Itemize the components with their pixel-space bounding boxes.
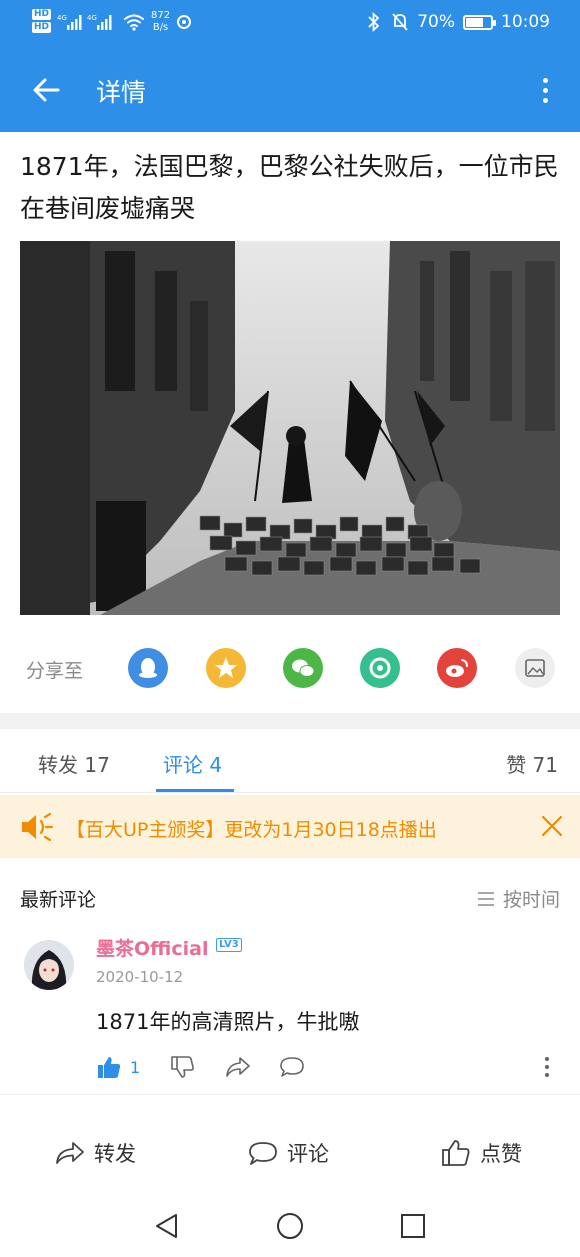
status-right: 70% 10:09 — [365, 12, 550, 32]
share-qq-button[interactable] — [128, 648, 168, 688]
comment-date: 2020-10-12 — [96, 968, 184, 986]
chat-bubble-icon — [249, 1142, 277, 1165]
tab-likes[interactable]: 赞 71 — [506, 749, 558, 778]
comment-dislike-button[interactable] — [170, 1054, 196, 1082]
comment-like-count: 1 — [130, 1058, 141, 1077]
share-save-image-button[interactable] — [515, 648, 555, 688]
share-wechat-button[interactable] — [283, 648, 323, 688]
comment-username[interactable]: 墨茶Official — [96, 934, 208, 961]
status-left: HD HD 4G 4G 872 B/s — [32, 9, 192, 35]
close-icon — [541, 815, 563, 837]
like-button[interactable]: 点赞 — [440, 1138, 522, 1168]
bottom-action-bar: 转发 评论 点赞 — [0, 1120, 580, 1192]
triangle-back-icon — [156, 1214, 177, 1238]
avatar-image — [24, 940, 74, 990]
circle-home-icon — [277, 1213, 303, 1239]
hd-bottom-label: HD — [32, 22, 52, 33]
comment-like-button[interactable] — [96, 1054, 122, 1082]
wifi-icon — [124, 14, 145, 31]
photo-image — [20, 241, 560, 615]
save-image-icon — [525, 659, 545, 677]
comment-label: 评论 — [287, 1142, 329, 1166]
bluetooth-icon — [368, 12, 380, 32]
share-label: 分享至 — [26, 660, 84, 682]
weibo-icon — [446, 659, 468, 677]
qq-icon — [139, 658, 157, 678]
comment-button[interactable]: 评论 — [247, 1138, 329, 1168]
share-arrow-icon — [226, 1057, 250, 1077]
svg-text:4G: 4G — [87, 14, 97, 22]
thumbs-up-icon — [98, 1057, 121, 1078]
detail-tabs: 转发 17 评论 4 赞 71 — [0, 729, 580, 793]
post-title: 1871年，法国巴黎，巴黎公社失败后，一位市民在巷间废墟痛哭 — [20, 152, 559, 223]
notice-text: 【百大UP主颁奖】更改为1月30日18点播出 — [66, 819, 437, 841]
sort-label: 按时间 — [502, 889, 560, 911]
signal-icon: 4G 4G — [57, 14, 112, 30]
moments-icon — [369, 657, 391, 679]
chat-bubble-icon — [280, 1057, 304, 1077]
battery-percent: 70% — [417, 12, 455, 32]
comment-more-button[interactable] — [540, 1054, 554, 1082]
post-photo[interactable] — [20, 241, 560, 615]
more-menu-button[interactable] — [534, 70, 556, 110]
comment-share-button[interactable] — [224, 1054, 252, 1082]
hd-indicator: HD HD — [32, 9, 52, 35]
share-row: 分享至 — [0, 640, 580, 696]
comment-text: 1871年的高清照片，牛批嗷 — [96, 1010, 360, 1034]
notice-close-button[interactable] — [540, 814, 564, 838]
wechat-icon — [292, 659, 315, 677]
comment-reply-button[interactable] — [278, 1054, 306, 1082]
list-icon — [477, 891, 494, 906]
share-qzone-button[interactable] — [206, 648, 246, 688]
like-label: 点赞 — [480, 1142, 522, 1166]
thumbs-up-icon — [442, 1140, 470, 1166]
nav-recents-button[interactable] — [398, 1211, 428, 1241]
nav-back-button[interactable] — [152, 1211, 182, 1241]
speaker-icon — [22, 813, 54, 841]
square-recents-icon — [401, 1214, 425, 1238]
page-title: 详情 — [96, 78, 147, 107]
nav-home-button[interactable] — [275, 1211, 305, 1241]
tab-repost[interactable]: 转发 17 — [38, 749, 110, 778]
network-speed: 872 B/s — [151, 10, 170, 34]
network-speed-unit: B/s — [152, 22, 169, 33]
repost-label: 转发 — [94, 1142, 136, 1166]
more-dot-icon — [542, 77, 548, 83]
system-nav-bar — [0, 1195, 580, 1257]
share-moments-button[interactable] — [360, 648, 400, 688]
comments-title: 最新评论 — [20, 889, 97, 911]
network-speed-value: 872 — [151, 10, 171, 21]
comment-item: 墨茶Official LV3 2020-10-12 1871年的高清照片，牛批嗷… — [0, 930, 580, 1095]
notice-banner[interactable]: 【百大UP主颁奖】更改为1月30日18点播出 — [0, 795, 580, 858]
svg-text:4G: 4G — [57, 14, 67, 22]
data-saver-icon — [177, 15, 192, 29]
sort-button[interactable]: 按时间 — [477, 885, 560, 912]
repost-button[interactable]: 转发 — [54, 1138, 136, 1168]
mute-bell-icon — [392, 13, 408, 31]
back-button[interactable] — [28, 72, 64, 108]
comments-header: 最新评论 按时间 — [0, 880, 580, 916]
vertical-dots-icon — [545, 1057, 549, 1077]
thumbs-down-icon — [171, 1056, 194, 1078]
more-dot-icon — [542, 87, 548, 93]
share-arrow-icon — [56, 1142, 84, 1164]
more-dot-icon — [542, 97, 548, 103]
avatar[interactable] — [24, 940, 74, 990]
app-bar: 详情 — [0, 48, 580, 132]
qzone-icon — [215, 657, 237, 678]
share-weibo-button[interactable] — [437, 648, 477, 688]
clock: 10:09 — [501, 12, 550, 32]
battery-icon — [463, 14, 496, 30]
arrow-left-icon — [33, 78, 60, 102]
hd-top-label: HD — [32, 9, 52, 20]
tab-indicator — [156, 789, 234, 792]
user-level-badge: LV3 — [216, 938, 242, 952]
tab-comments[interactable]: 评论 4 — [163, 749, 222, 778]
section-divider — [0, 713, 580, 729]
status-bar: HD HD 4G 4G 872 B/s 70% 10:09 — [0, 0, 580, 48]
